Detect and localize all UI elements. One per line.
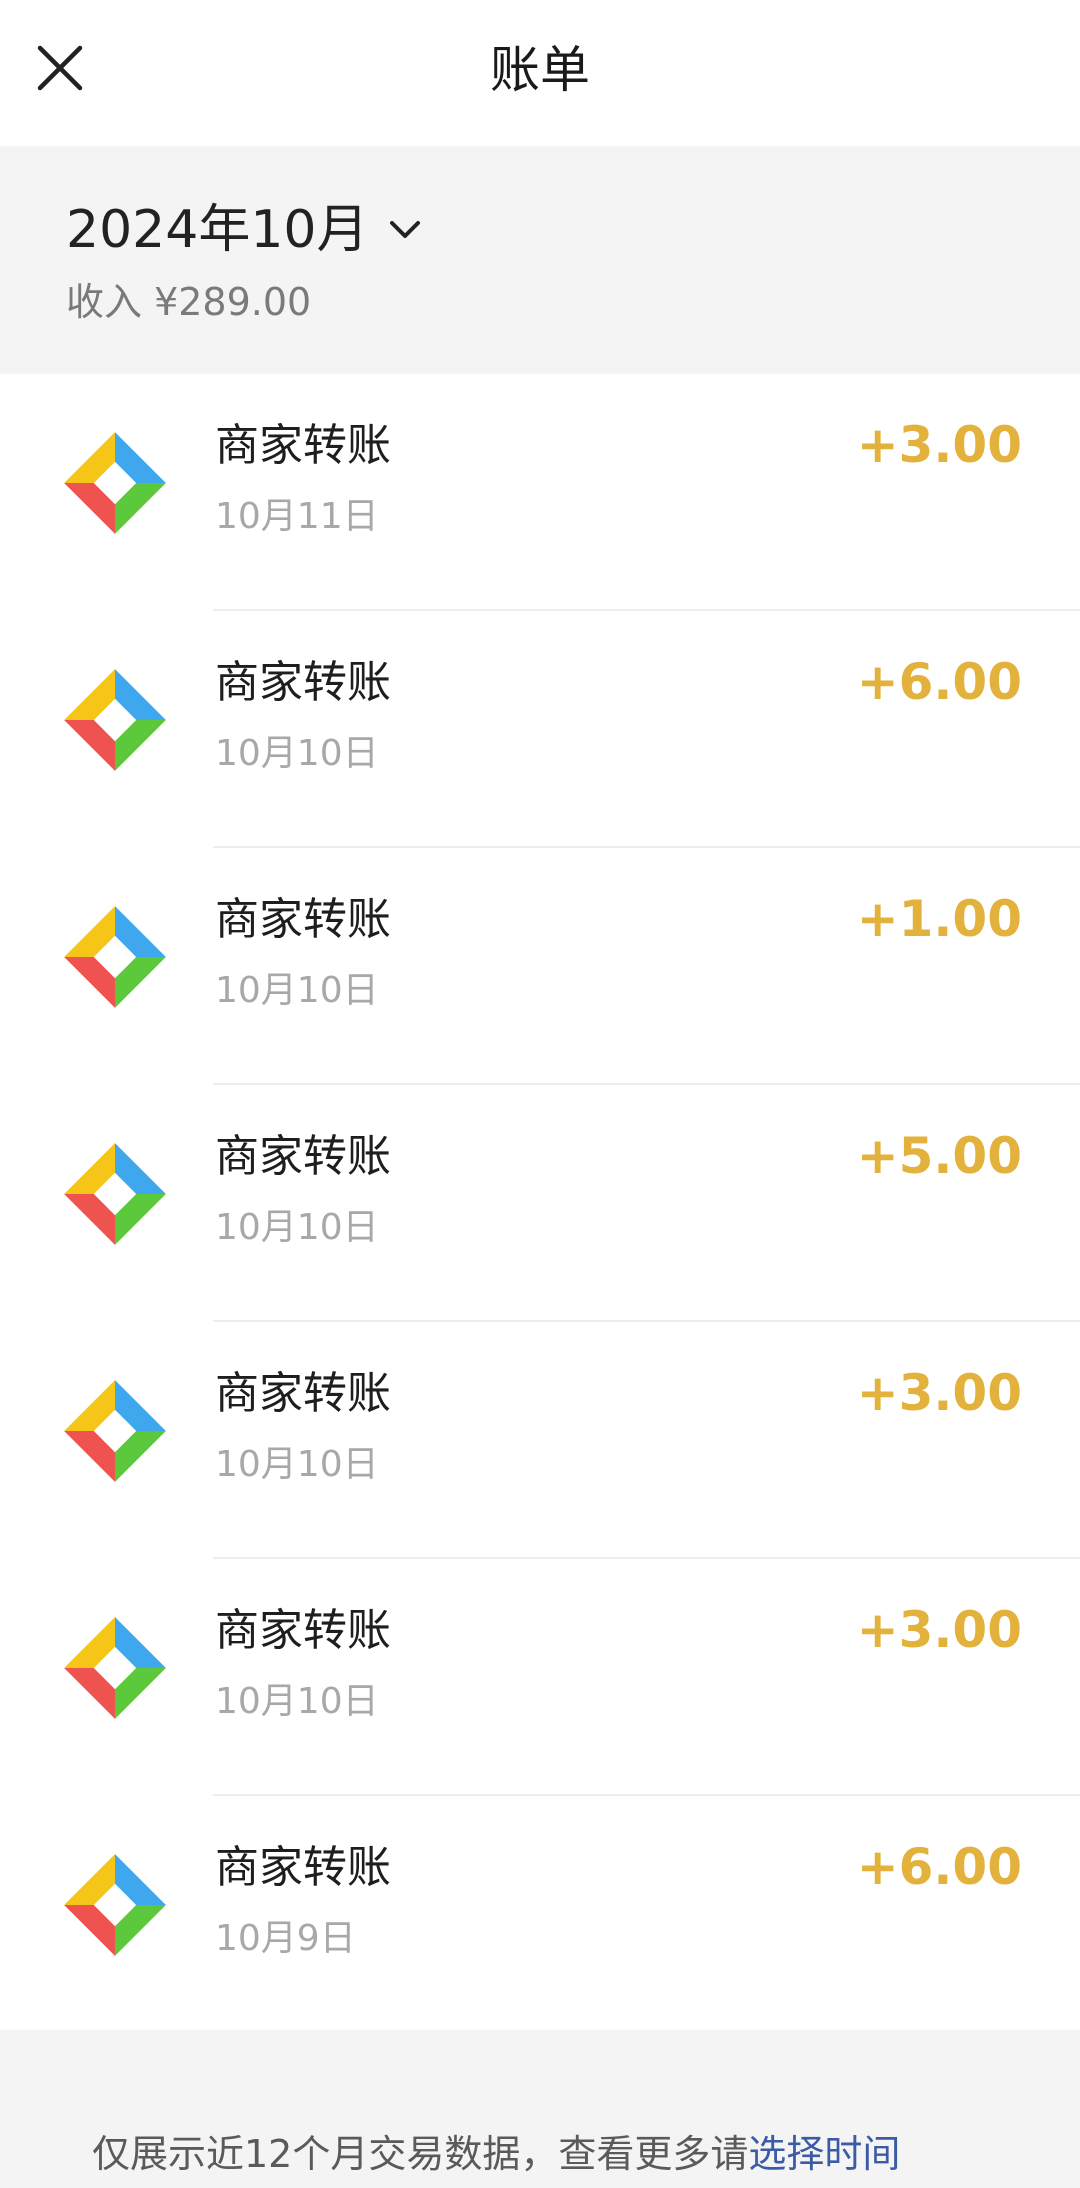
month-summary: 2024年10月 收入 ¥289.00 — [0, 146, 1080, 374]
transaction-date: 10月9日 — [215, 1918, 356, 1959]
transaction-date: 10月10日 — [215, 733, 379, 774]
transaction-date: 10月10日 — [215, 1207, 379, 1248]
month-picker[interactable]: 2024年10月 — [66, 198, 421, 262]
footer: 仅展示近12个月交易数据，查看更多请选择时间 — [0, 2030, 1080, 2188]
transaction-date: 10月10日 — [215, 970, 379, 1011]
transaction-title: 商家转账 — [215, 1605, 391, 1656]
transaction-list: 商家转账 10月11日 +3.00 商家转账 10月10日 +6.00 商家转账… — [0, 374, 1080, 2030]
income-total: 收入 ¥289.00 — [66, 280, 312, 324]
transaction-amount: +6.00 — [856, 1838, 1022, 1896]
transaction-date: 10月10日 — [215, 1444, 379, 1485]
transaction-amount: +3.00 — [856, 1364, 1022, 1422]
transaction-row[interactable]: 商家转账 10月11日 +3.00 — [0, 374, 1080, 611]
transaction-title: 商家转账 — [215, 1842, 391, 1893]
transaction-row[interactable]: 商家转账 10月10日 +3.00 — [0, 1322, 1080, 1559]
transaction-row[interactable]: 商家转账 10月10日 +6.00 — [0, 611, 1080, 848]
transaction-amount: +1.00 — [856, 890, 1022, 948]
transaction-date: 10月10日 — [215, 1681, 379, 1722]
chevron-down-icon — [389, 221, 420, 238]
merchant-transfer-icon — [64, 1380, 166, 1482]
transaction-row[interactable]: 商家转账 10月9日 +6.00 — [0, 1796, 1080, 2033]
footer-note: 仅展示近12个月交易数据，查看更多请选择时间 — [92, 2130, 900, 2178]
transaction-row[interactable]: 商家转账 10月10日 +5.00 — [0, 1085, 1080, 1322]
transaction-date: 10月11日 — [215, 496, 379, 537]
transaction-title: 商家转账 — [215, 420, 391, 471]
merchant-transfer-icon — [64, 669, 166, 771]
merchant-transfer-icon — [64, 1143, 166, 1245]
transaction-row[interactable]: 商家转账 10月10日 +3.00 — [0, 1559, 1080, 1796]
transaction-row[interactable]: 商家转账 10月10日 +1.00 — [0, 848, 1080, 1085]
merchant-transfer-icon — [64, 1854, 166, 1956]
merchant-transfer-icon — [64, 432, 166, 534]
month-label: 2024年10月 — [66, 200, 369, 260]
transaction-title: 商家转账 — [215, 1131, 391, 1182]
transaction-title: 商家转账 — [215, 657, 391, 708]
transaction-amount: +3.00 — [856, 1601, 1022, 1659]
transaction-amount: +5.00 — [856, 1127, 1022, 1185]
transaction-amount: +6.00 — [856, 653, 1022, 711]
top-bar: 账单 — [0, 0, 1080, 146]
page-title: 账单 — [490, 41, 590, 99]
merchant-transfer-icon — [64, 906, 166, 1008]
merchant-transfer-icon — [64, 1617, 166, 1719]
select-time-link[interactable]: 选择时间 — [748, 2132, 900, 2176]
footer-note-text: 仅展示近12个月交易数据，查看更多请 — [92, 2132, 749, 2176]
transaction-title: 商家转账 — [215, 1368, 391, 1419]
transaction-title: 商家转账 — [215, 894, 391, 945]
transaction-amount: +3.00 — [856, 416, 1022, 474]
